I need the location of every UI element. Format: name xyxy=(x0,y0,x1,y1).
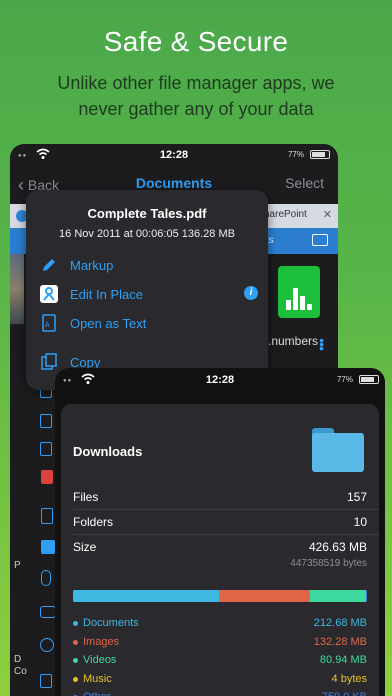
file-actions-popup: Complete Tales.pdf 16 Nov 2011 at 00:06:… xyxy=(26,190,268,390)
battery-icon xyxy=(359,375,379,384)
stat-row-files: Files 157 xyxy=(73,486,379,510)
battery-icon xyxy=(310,150,330,159)
menu-item-open-as-text[interactable]: A Open as Text xyxy=(26,310,268,336)
stat-value: 157 xyxy=(346,490,367,504)
battery-percent: 77% xyxy=(336,375,353,384)
stat-label: Folders xyxy=(73,515,114,529)
monitor-icon[interactable] xyxy=(312,234,328,246)
stat-value: 10 xyxy=(353,515,367,529)
svg-text:A: A xyxy=(45,322,50,329)
legend-label: Videos xyxy=(83,654,117,666)
hero-title: Safe & Secure xyxy=(103,26,289,57)
document-icon xyxy=(40,442,52,456)
legend-size: 132.28 MB xyxy=(313,635,367,648)
trash-icon[interactable] xyxy=(41,470,53,484)
folder-info-card: Downloads Files 157 Folders 10 Size 426.… xyxy=(61,404,379,696)
select-button[interactable]: Select xyxy=(285,175,324,191)
status-bar: ●● 12:28 77% xyxy=(10,144,338,166)
text-document-icon: A xyxy=(42,314,56,332)
menu-item-edit-in-place[interactable]: Edit In Place i xyxy=(26,281,268,307)
legend-size: 759.0 KB xyxy=(322,691,367,696)
share-icon[interactable] xyxy=(41,508,53,524)
popup-file-name: Complete Tales.pdf xyxy=(87,206,207,221)
compass-icon[interactable] xyxy=(40,638,54,652)
tab-sharepoint[interactable]: harePoint xyxy=(264,209,307,220)
hero-subtitle-line1: Unlike other file manager apps, we xyxy=(57,73,335,93)
close-icon[interactable]: ✕ xyxy=(323,208,332,221)
edit-in-place-icon xyxy=(40,285,58,303)
menu-item-label: Markup xyxy=(70,258,114,273)
legend-dot xyxy=(73,658,78,663)
storage-usage-bar xyxy=(73,590,367,602)
usage-segment-videos xyxy=(309,590,366,602)
status-time: 12:28 xyxy=(205,374,235,386)
status-bar: ●● 12:28 77% xyxy=(55,368,385,390)
side-label: D xyxy=(14,654,22,665)
menu-item-label: Edit In Place xyxy=(70,287,143,302)
stat-label: Files xyxy=(73,490,99,504)
usage-segment-images xyxy=(219,590,310,602)
numbers-file-icon[interactable] xyxy=(278,266,320,318)
folder-title: Downloads xyxy=(73,444,143,459)
paperclip-icon[interactable] xyxy=(41,570,51,586)
legend-size: 4 bytes xyxy=(331,672,367,685)
legend-label: Documents xyxy=(83,617,139,629)
legend-row-documents[interactable]: Documents 212.68 MB xyxy=(73,615,367,633)
legend-dot xyxy=(73,676,78,682)
legend-row-music[interactable]: Music 4 bytes xyxy=(73,671,367,689)
size-bytes: 447358519 bytes xyxy=(290,558,367,569)
stat-value: 426.63 MB xyxy=(308,540,367,554)
photo-thumbnail[interactable] xyxy=(10,254,24,324)
front-phone-screen: ●● 12:28 77% Downloads Files 157 Folders… xyxy=(55,368,385,696)
hero-subtitle: Unlike other file manager apps, we never… xyxy=(0,70,392,122)
legend-dot xyxy=(73,639,78,645)
folder-icon xyxy=(312,428,364,472)
stat-row-size: Size 426.63 MB xyxy=(73,536,367,558)
stat-row-folders: Folders 10 xyxy=(73,511,379,535)
hero-subtitle-line2: never gather any of your data xyxy=(78,99,314,119)
pencil-icon xyxy=(43,259,55,271)
stat-label: Size xyxy=(73,540,97,554)
side-label: Co xyxy=(14,666,27,677)
legend-size: 212.68 MB xyxy=(313,617,367,629)
document-icon xyxy=(40,414,52,428)
menu-item-label: Open as Text xyxy=(70,316,147,331)
menu-item-markup[interactable]: Markup xyxy=(26,252,268,278)
legend-dot xyxy=(73,621,78,626)
legend-label: Images xyxy=(83,635,120,648)
camera-icon[interactable] xyxy=(40,606,56,618)
battery-percent: 77% xyxy=(287,150,304,159)
legend-row-videos[interactable]: Videos 80.94 MB xyxy=(73,652,367,670)
usage-segment-other xyxy=(365,590,367,602)
file-name-label[interactable]: .numbers xyxy=(268,334,318,348)
legend-label: Other xyxy=(83,691,111,696)
legend-label: Music xyxy=(83,672,112,685)
usage-segment-documents xyxy=(73,590,220,602)
side-label: P xyxy=(14,560,21,571)
legend-row-other[interactable]: Other 759.0 KB xyxy=(73,689,367,696)
document-icon[interactable] xyxy=(40,674,52,688)
legend-row-images[interactable]: Images 132.28 MB xyxy=(73,634,367,652)
info-icon[interactable]: i xyxy=(244,286,258,300)
more-options-icon[interactable]: • • • xyxy=(319,333,324,355)
legend-size: 80.94 MB xyxy=(319,654,367,666)
move-icon[interactable] xyxy=(41,540,55,554)
popup-file-meta: 16 Nov 2011 at 00:06:05 136.28 MB xyxy=(59,228,235,240)
